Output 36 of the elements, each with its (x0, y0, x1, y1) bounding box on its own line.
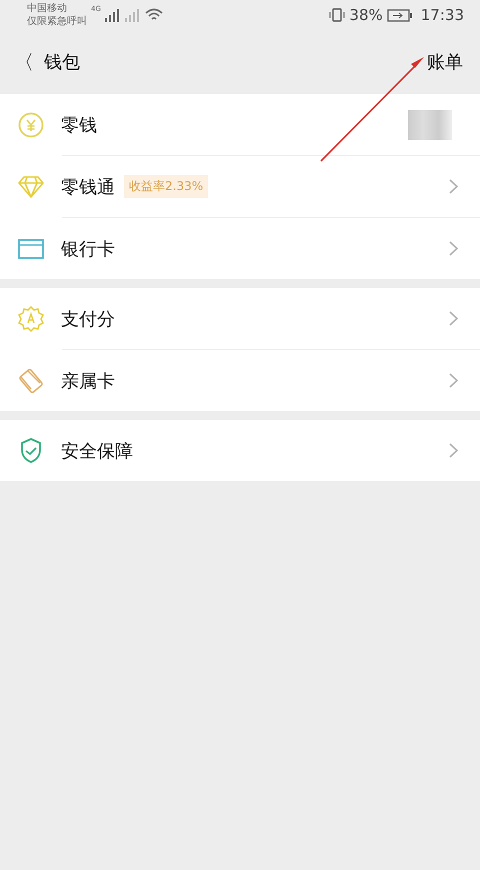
menu-label: 支付分 (61, 308, 115, 330)
chevron-right-icon (449, 179, 458, 194)
menu-item[interactable]: 安全保障 (0, 420, 480, 481)
blurred-amount (408, 110, 452, 140)
chevron-right-icon (449, 311, 458, 326)
yuan-coin-icon (18, 112, 44, 138)
chevron-right-icon (449, 241, 458, 256)
emergency-note: 仅限紧急呼叫 (27, 15, 87, 28)
menu-item[interactable]: 零钱 (0, 94, 480, 155)
menu-item[interactable]: 银行卡 (0, 218, 480, 279)
bank-card-icon (18, 238, 44, 258)
battery-percent: 38% (349, 6, 383, 24)
menu-item[interactable]: 支付分 (0, 288, 480, 349)
vibrate-icon (329, 8, 346, 22)
bill-link[interactable]: 账单 (427, 50, 463, 74)
battery-icon (386, 8, 413, 22)
back-button[interactable]: 〈 (12, 48, 36, 76)
menu-item[interactable]: 零钱通 收益率2.33% (0, 156, 480, 217)
menu-item[interactable]: 亲属卡 (0, 350, 480, 411)
signal-icon (104, 8, 141, 22)
clock-time: 17:33 (420, 6, 464, 24)
badge-icon (18, 306, 44, 332)
shield-check-icon (18, 438, 44, 464)
cards-icon (18, 368, 44, 394)
wifi-icon (144, 8, 163, 22)
diamond-icon (18, 174, 44, 198)
menu-label: 零钱 (61, 114, 97, 136)
chevron-right-icon (449, 443, 458, 458)
menu-label: 安全保障 (61, 440, 133, 462)
page-title: 钱包 (44, 51, 80, 74)
menu-label: 亲属卡 (61, 370, 115, 392)
menu-label: 银行卡 (61, 238, 115, 260)
menu-label: 零钱通 (61, 176, 115, 198)
chevron-right-icon (449, 373, 458, 388)
carrier-name: 中国移动 (27, 2, 68, 15)
yield-tag: 收益率2.33% (124, 175, 208, 198)
